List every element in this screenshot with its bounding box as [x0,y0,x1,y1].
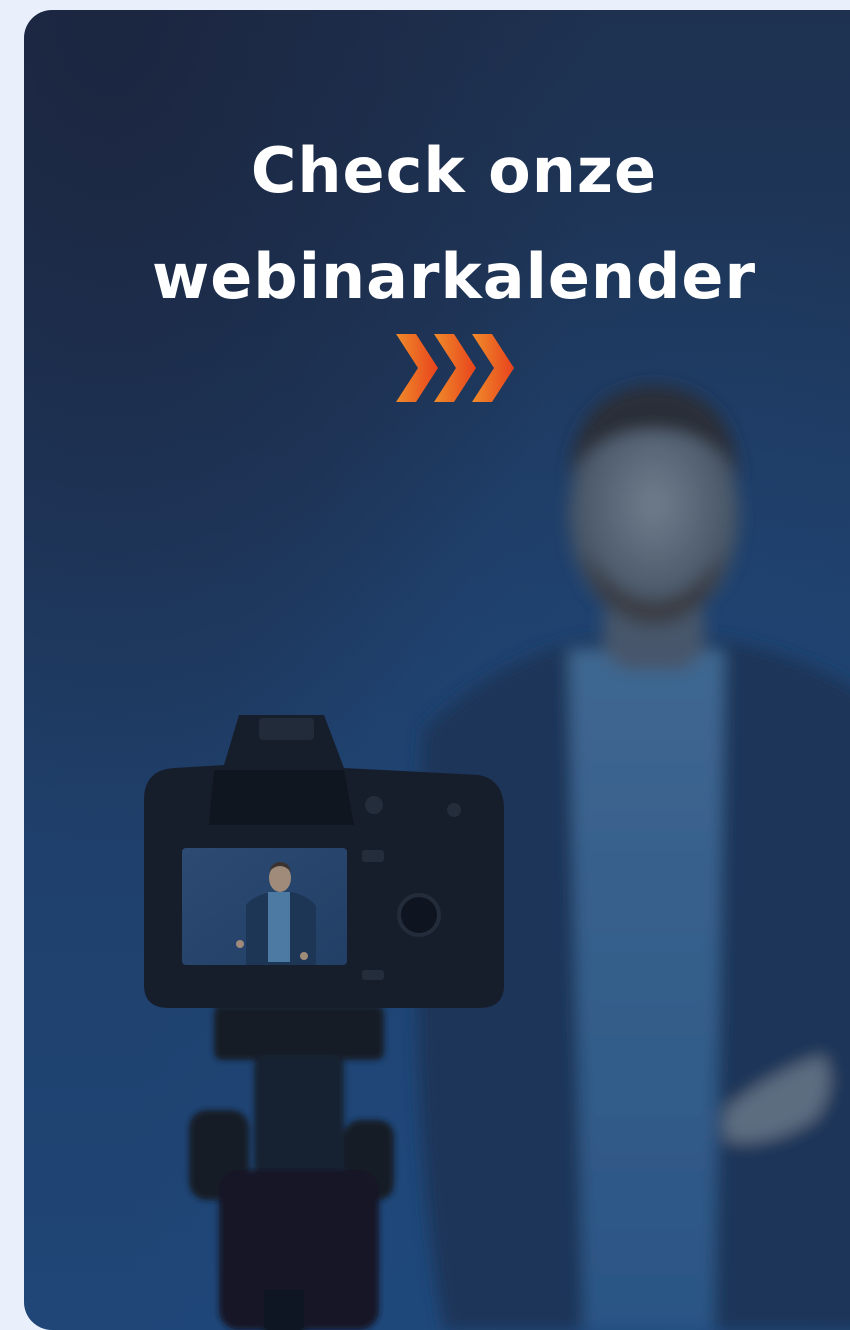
headline-line-1: Check onze [250,134,658,207]
webinar-calendar-banner[interactable]: Check onze webinarkalender [24,10,850,1330]
headline-line-2: webinarkalender [151,240,757,313]
banner-headline: Check onze webinarkalender [24,118,850,330]
triple-chevron-right-icon[interactable] [394,328,514,408]
